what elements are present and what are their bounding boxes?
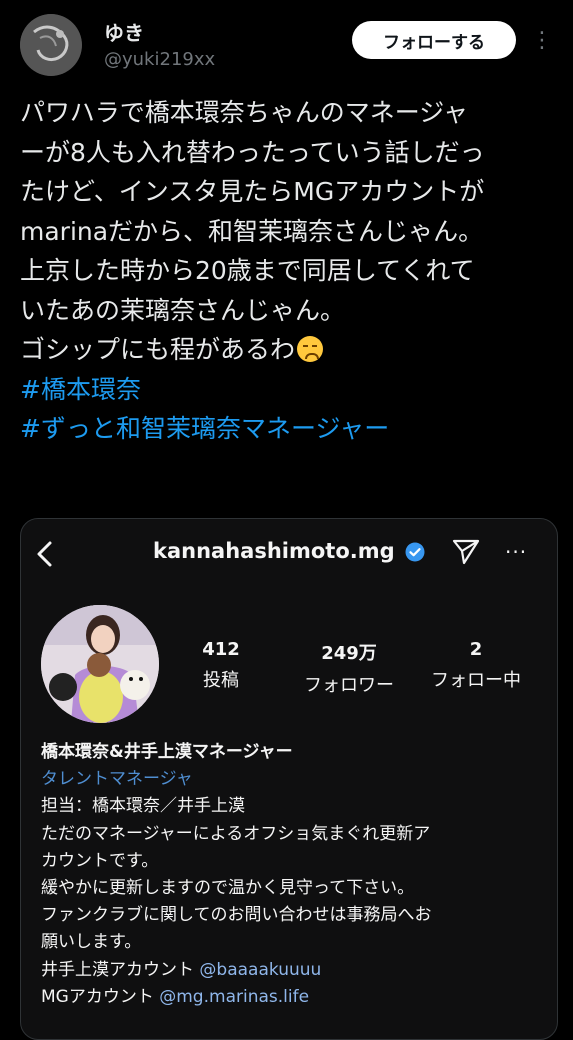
bio-line: 緩やかに更新しますので温かく見守って下さい。 [41, 878, 415, 899]
user-handle[interactable]: @yuki219xx [104, 49, 215, 70]
bio-name: 橋本環奈&井手上漠マネージャー [41, 742, 293, 762]
stat-label: フォロー中 [431, 670, 521, 691]
stat-followers[interactable]: 249万 フォロワー [289, 639, 409, 697]
bio-line: 願いします。 [41, 932, 142, 953]
tweet-line: パワハラで橋本環奈ちゃんのマネージャ [20, 98, 469, 127]
stat-label: 投稿 [203, 670, 239, 691]
stat-following[interactable]: 2 フォロー中 [415, 639, 537, 692]
bio-line: カウントです。 [41, 850, 159, 871]
hashtag-link[interactable]: #ずっと和智茉璃奈マネージャー [20, 409, 560, 449]
stat-value: 2 [469, 639, 483, 660]
embedded-image-card[interactable]: kannahashimoto.mg ··· 412 投稿 249万 フォロワー … [20, 518, 558, 1040]
verified-badge-icon [405, 542, 425, 562]
profile-photo [41, 605, 159, 723]
tweet-text: パワハラで橋本環奈ちゃんのマネージャ ーが8人も入れ替わったっていう話しだっ た… [20, 93, 560, 449]
follow-button[interactable]: フォローする [352, 21, 516, 59]
bio-line: ファンクラブに関してのお問い合わせは事務局へお [41, 905, 432, 926]
persevering-face-icon [297, 336, 324, 362]
stat-value: 249万 [321, 643, 377, 664]
account-label: 井手上漠アカウント [41, 959, 200, 980]
more-options-icon[interactable]: ⋮ [530, 24, 554, 58]
tweet-line: たけど、インスタ見たらMGアカウントが [20, 177, 485, 206]
stat-posts[interactable]: 412 投稿 [191, 639, 251, 692]
bio-line: 担当：橋本環奈／井手上漠 [41, 796, 245, 817]
ig-username: kannahashimoto.mg [153, 539, 395, 563]
tweet-line: marinaだから、和智茉璃奈さんじゃん。 [20, 216, 484, 246]
tweet-line: 上京した時から20歳まで同居してくれて [20, 256, 475, 285]
bio-account-1: 井手上漠アカウント @baaaakuuuu [41, 957, 541, 984]
avatar-image [20, 14, 82, 76]
send-icon[interactable] [451, 538, 481, 566]
ig-bio: 橋本環奈&井手上漠マネージャー タレントマネージャ 担当：橋本環奈／井手上漠 た… [41, 739, 541, 1011]
bio-line: ただのマネージャーによるオフショ気まぐれ更新ア [41, 823, 431, 844]
stat-label: フォロワー [304, 675, 394, 696]
display-name[interactable]: ゆき [104, 17, 144, 46]
ig-more-icon[interactable]: ··· [505, 540, 527, 564]
account-label: MGアカウント [41, 986, 160, 1007]
mention-link[interactable]: @mg.marinas.life [159, 987, 309, 1007]
back-arrow-icon[interactable] [33, 539, 57, 569]
hashtag-link[interactable]: #橋本環奈 [20, 370, 560, 410]
tweet-line-last: ゴシップにも程があるわ [20, 330, 560, 370]
tweet-line-text: ゴシップにも程があるわ [20, 335, 296, 364]
tweet-line: ーが8人も入れ替わったっていう話しだっ [20, 137, 485, 167]
ig-profile-avatar [41, 605, 159, 723]
avatar[interactable] [20, 14, 82, 76]
mention-link[interactable]: @baaaakuuuu [199, 960, 321, 980]
bio-account-2: MGアカウント @mg.marinas.life [41, 984, 541, 1011]
tweet-header: ゆき @yuki219xx フォローする ⋮ [0, 0, 573, 90]
bio-category: タレントマネージャ [41, 769, 193, 790]
stat-value: 412 [202, 639, 240, 660]
tweet-line: いたあの茉璃奈さんじゃん。 [20, 295, 346, 325]
